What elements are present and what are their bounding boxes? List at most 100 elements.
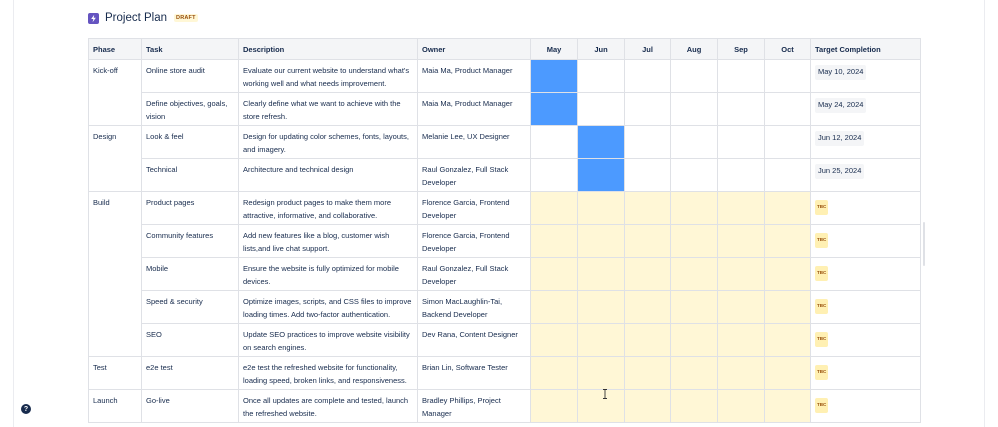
target-completion-cell[interactable]: Jun 25, 2024 bbox=[810, 158, 921, 192]
owner-cell[interactable]: Maia Ma, Product Manager bbox=[417, 59, 531, 93]
month-cell-aug[interactable] bbox=[670, 323, 718, 357]
month-cell-jul[interactable] bbox=[624, 92, 671, 126]
month-cell-sep[interactable] bbox=[717, 356, 765, 390]
owner-cell[interactable]: Florence Garcia, Frontend Developer bbox=[417, 224, 531, 258]
phase-cell[interactable]: Design bbox=[88, 125, 142, 159]
month-cell-jul[interactable] bbox=[624, 191, 671, 225]
task-cell[interactable]: SEO bbox=[141, 323, 239, 357]
table-row[interactable]: Technical Architecture and technical desi… bbox=[88, 158, 921, 192]
description-cell[interactable]: Ensure the website is fully optimized fo… bbox=[238, 257, 418, 291]
month-cell-jul[interactable] bbox=[624, 257, 671, 291]
target-completion-cell[interactable]: TBC bbox=[810, 191, 921, 225]
month-cell-aug[interactable] bbox=[670, 389, 718, 423]
table-row[interactable]: Build Product pages Redesign product pages… bbox=[88, 191, 921, 225]
owner-cell[interactable]: Dev Rana, Content Designer bbox=[417, 323, 531, 357]
header-task[interactable]: Task bbox=[141, 38, 239, 60]
month-cell-jul[interactable] bbox=[624, 158, 671, 192]
phase-cell[interactable] bbox=[88, 224, 142, 258]
description-cell[interactable]: e2e test the refreshed website for funct… bbox=[238, 356, 418, 390]
month-cell-may[interactable] bbox=[530, 323, 578, 357]
task-cell[interactable]: Product pages bbox=[141, 191, 239, 225]
month-cell-may[interactable] bbox=[530, 92, 578, 126]
month-cell-jun[interactable] bbox=[577, 158, 625, 192]
description-cell[interactable]: Update SEO practices to improve website … bbox=[238, 323, 418, 357]
description-cell[interactable]: Architecture and technical design bbox=[238, 158, 418, 192]
header-month[interactable]: Sep bbox=[717, 38, 765, 60]
phase-cell[interactable]: Test bbox=[88, 356, 142, 390]
month-cell-may[interactable] bbox=[530, 59, 578, 93]
target-completion-cell[interactable]: May 10, 2024 bbox=[810, 59, 921, 93]
month-cell-aug[interactable] bbox=[670, 158, 718, 192]
target-completion-cell[interactable]: TBC bbox=[810, 356, 921, 390]
header-month[interactable]: Aug bbox=[670, 38, 718, 60]
target-completion-cell[interactable]: Jun 12, 2024 bbox=[810, 125, 921, 159]
page-title[interactable]: Project Plan bbox=[105, 12, 167, 24]
month-cell-jun[interactable] bbox=[577, 323, 625, 357]
header-target-completion[interactable]: Target Completion bbox=[810, 38, 921, 60]
target-completion-cell[interactable]: TBC bbox=[810, 323, 921, 357]
scrollbar-thumb[interactable] bbox=[923, 222, 925, 266]
owner-cell[interactable]: Raul Gonzalez, Full Stack Developer bbox=[417, 158, 531, 192]
month-cell-jun[interactable] bbox=[577, 389, 625, 423]
month-cell-jun[interactable] bbox=[577, 356, 625, 390]
month-cell-oct[interactable] bbox=[764, 224, 811, 258]
month-cell-oct[interactable] bbox=[764, 290, 811, 324]
description-cell[interactable]: Clearly define what we want to achieve w… bbox=[238, 92, 418, 126]
task-cell[interactable]: Online store audit bbox=[141, 59, 239, 93]
target-completion-cell[interactable]: TBC bbox=[810, 224, 921, 258]
header-month[interactable]: Jun bbox=[577, 38, 625, 60]
table-row[interactable]: Design Look & feel Design for updating col… bbox=[88, 125, 921, 159]
owner-cell[interactable]: Melanie Lee, UX Designer bbox=[417, 125, 531, 159]
month-cell-oct[interactable] bbox=[764, 389, 811, 423]
month-cell-aug[interactable] bbox=[670, 290, 718, 324]
owner-cell[interactable]: Brian Lin, Software Tester bbox=[417, 356, 531, 390]
month-cell-jul[interactable] bbox=[624, 290, 671, 324]
header-month[interactable]: May bbox=[530, 38, 578, 60]
month-cell-jul[interactable] bbox=[624, 356, 671, 390]
phase-cell[interactable] bbox=[88, 257, 142, 291]
month-cell-aug[interactable] bbox=[670, 125, 718, 159]
month-cell-may[interactable] bbox=[530, 125, 578, 159]
month-cell-jun[interactable] bbox=[577, 191, 625, 225]
table-row[interactable]: Test e2e test e2e test the refreshed websi… bbox=[88, 356, 921, 390]
description-cell[interactable]: Optimize images, scripts, and CSS files … bbox=[238, 290, 418, 324]
task-cell[interactable]: Go-live bbox=[141, 389, 239, 423]
task-cell[interactable]: Community features bbox=[141, 224, 239, 258]
task-cell[interactable]: e2e test bbox=[141, 356, 239, 390]
description-cell[interactable]: Redesign product pages to make them more… bbox=[238, 191, 418, 225]
month-cell-may[interactable] bbox=[530, 158, 578, 192]
month-cell-may[interactable] bbox=[530, 290, 578, 324]
header-month[interactable]: Jul bbox=[624, 38, 671, 60]
month-cell-jun[interactable] bbox=[577, 59, 625, 93]
owner-cell[interactable]: Simon MacLaughlin-Tai, Backend Developer bbox=[417, 290, 531, 324]
table-row[interactable]: Kick-off Online store audit Evaluate our c… bbox=[88, 59, 921, 93]
table-row[interactable]: Mobile Ensure the website is fully optimi… bbox=[88, 257, 921, 291]
month-cell-oct[interactable] bbox=[764, 356, 811, 390]
month-cell-jun[interactable] bbox=[577, 224, 625, 258]
month-cell-sep[interactable] bbox=[717, 92, 765, 126]
description-cell[interactable]: Add new features like a blog, customer w… bbox=[238, 224, 418, 258]
target-completion-cell[interactable]: TBC bbox=[810, 257, 921, 291]
month-cell-aug[interactable] bbox=[670, 257, 718, 291]
phase-cell[interactable] bbox=[88, 158, 142, 192]
month-cell-oct[interactable] bbox=[764, 191, 811, 225]
phase-cell[interactable]: Kick-off bbox=[88, 59, 142, 93]
phase-cell[interactable]: Build bbox=[88, 191, 142, 225]
month-cell-jun[interactable] bbox=[577, 125, 625, 159]
owner-cell[interactable]: Maia Ma, Product Manager bbox=[417, 92, 531, 126]
help-icon[interactable]: ? bbox=[21, 404, 31, 414]
month-cell-sep[interactable] bbox=[717, 125, 765, 159]
task-cell[interactable]: Mobile bbox=[141, 257, 239, 291]
month-cell-oct[interactable] bbox=[764, 92, 811, 126]
month-cell-oct[interactable] bbox=[764, 125, 811, 159]
month-cell-jun[interactable] bbox=[577, 290, 625, 324]
header-phase[interactable]: Phase bbox=[88, 38, 142, 60]
phase-cell[interactable] bbox=[88, 92, 142, 126]
table-row[interactable]: Define objectives, goals, vision Clearly … bbox=[88, 92, 921, 126]
month-cell-jul[interactable] bbox=[624, 323, 671, 357]
month-cell-jun[interactable] bbox=[577, 92, 625, 126]
phase-cell[interactable] bbox=[88, 323, 142, 357]
header-owner[interactable]: Owner bbox=[417, 38, 531, 60]
month-cell-aug[interactable] bbox=[670, 59, 718, 93]
month-cell-jul[interactable] bbox=[624, 125, 671, 159]
